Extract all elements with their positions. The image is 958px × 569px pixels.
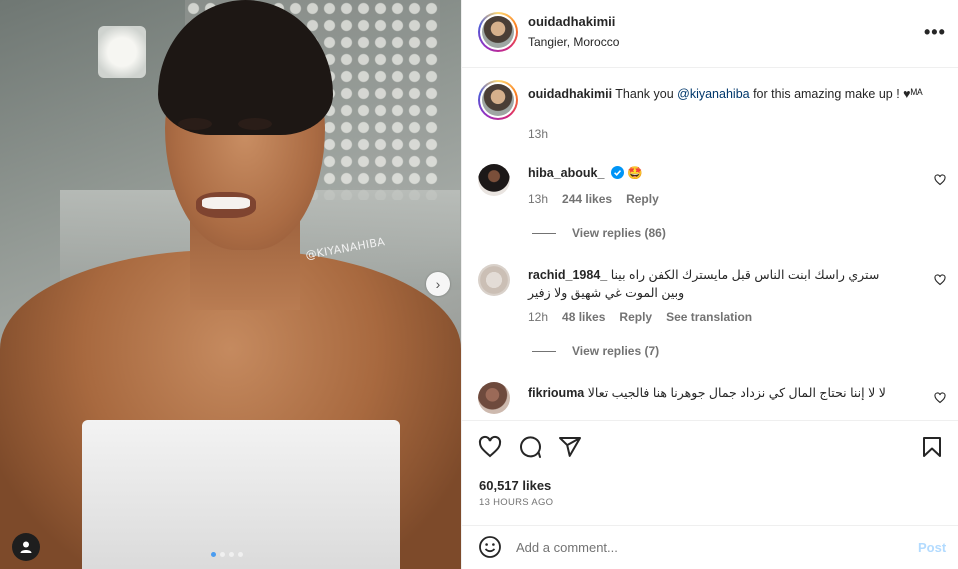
comment-likes[interactable]: 48 likes (562, 310, 605, 324)
carousel-next-button[interactable]: › (426, 272, 450, 296)
photo-subject-eye (178, 118, 212, 130)
carousel-dot (229, 552, 234, 557)
comment-input[interactable] (516, 536, 896, 558)
post-location[interactable]: Tangier, Morocco (528, 35, 619, 49)
author-username[interactable]: ouidadhakimii (528, 14, 615, 29)
comment-meta: 13h 244 likes Reply (528, 192, 659, 206)
author-avatar[interactable] (478, 12, 518, 52)
heart-icon[interactable] (934, 274, 946, 286)
post-details-pane: ouidadhakimii Tangier, Morocco ••• ouida… (461, 0, 958, 569)
post-modal: @KIYANAHIBA › ouidadhakimii Tangier, Mor… (0, 0, 958, 569)
caption-username[interactable]: ouidadhakimii (528, 87, 612, 101)
caption-mention[interactable]: @kiyanahiba (677, 87, 749, 101)
verified-icon (610, 166, 624, 179)
like-count[interactable]: 60,517 likes (479, 478, 551, 493)
carousel-dot-active (211, 552, 216, 557)
comment-icon[interactable] (518, 435, 542, 459)
comment-text: لا لا إننا نحتاج المال كي نزداد جمال جوه… (587, 386, 886, 400)
comment-username[interactable]: rachid_1984_ (528, 268, 607, 282)
caption-text: Thank you (612, 87, 678, 101)
user-tag-icon (20, 541, 32, 553)
caption: ouidadhakimii Thank you @kiyanahiba for … (528, 85, 938, 103)
caption-time: 13h (528, 127, 549, 141)
comment-time: 13h (528, 192, 549, 206)
carousel-indicator (211, 552, 243, 557)
comment-username[interactable]: fikriouma (528, 386, 584, 400)
carousel-dot (238, 552, 243, 557)
caption-author-avatar[interactable] (478, 80, 518, 120)
post-media[interactable]: @KIYANAHIBA › (0, 0, 461, 569)
view-replies-button[interactable]: View replies (7) (532, 344, 659, 358)
reply-button[interactable]: Reply (619, 310, 652, 324)
photo-subject-smile (202, 197, 250, 209)
comment-row: hiba_abouk_ 🤩 (528, 166, 643, 181)
post-timestamp: 13 HOURS AGO (479, 497, 554, 508)
photo-subject-eye (238, 118, 272, 130)
photo-subject-top (82, 420, 400, 569)
heart-icon[interactable] (478, 435, 502, 459)
comment-time: 12h (528, 310, 549, 324)
post-comment-button[interactable]: Post (918, 540, 946, 555)
background-light (98, 26, 146, 78)
reply-button[interactable]: Reply (626, 192, 659, 206)
comment-avatar[interactable] (478, 264, 510, 296)
post-actions: 60,517 likes 13 HOURS AGO (462, 420, 958, 520)
comment-avatar[interactable] (478, 164, 510, 196)
bookmark-icon[interactable] (920, 435, 944, 459)
user-tag-button[interactable] (12, 533, 40, 561)
view-replies-button[interactable]: View replies (86) (532, 226, 666, 240)
comment-username[interactable]: hiba_abouk_ (528, 166, 604, 180)
comment-row: fikriouma لا لا إننا نحتاج المال كي نزدا… (528, 384, 902, 402)
comment-meta: 12h 48 likes Reply See translation (528, 310, 752, 324)
post-header: ouidadhakimii Tangier, Morocco ••• (462, 0, 958, 68)
more-icon[interactable]: ••• (924, 22, 946, 43)
emoji-icon[interactable] (478, 535, 502, 559)
next-arrow-icon: › (435, 276, 441, 292)
comment-text: 🤩 (627, 166, 643, 180)
share-icon[interactable] (558, 435, 582, 459)
carousel-dot (220, 552, 225, 557)
heart-icon[interactable] (934, 392, 946, 404)
caption-text-end: for this amazing make up ! ♥ᴹᴬ (749, 87, 923, 101)
comment-composer: Post (462, 525, 958, 569)
comments-list[interactable]: ouidadhakimii Thank you @kiyanahiba for … (462, 68, 958, 420)
comment-avatar[interactable] (478, 382, 510, 414)
comment-row: rachid_1984_ ستري راسك ابنت الناس قبل ما… (528, 266, 902, 302)
heart-icon[interactable] (934, 174, 946, 186)
comment-likes[interactable]: 244 likes (562, 192, 612, 206)
see-translation-button[interactable]: See translation (666, 310, 752, 324)
